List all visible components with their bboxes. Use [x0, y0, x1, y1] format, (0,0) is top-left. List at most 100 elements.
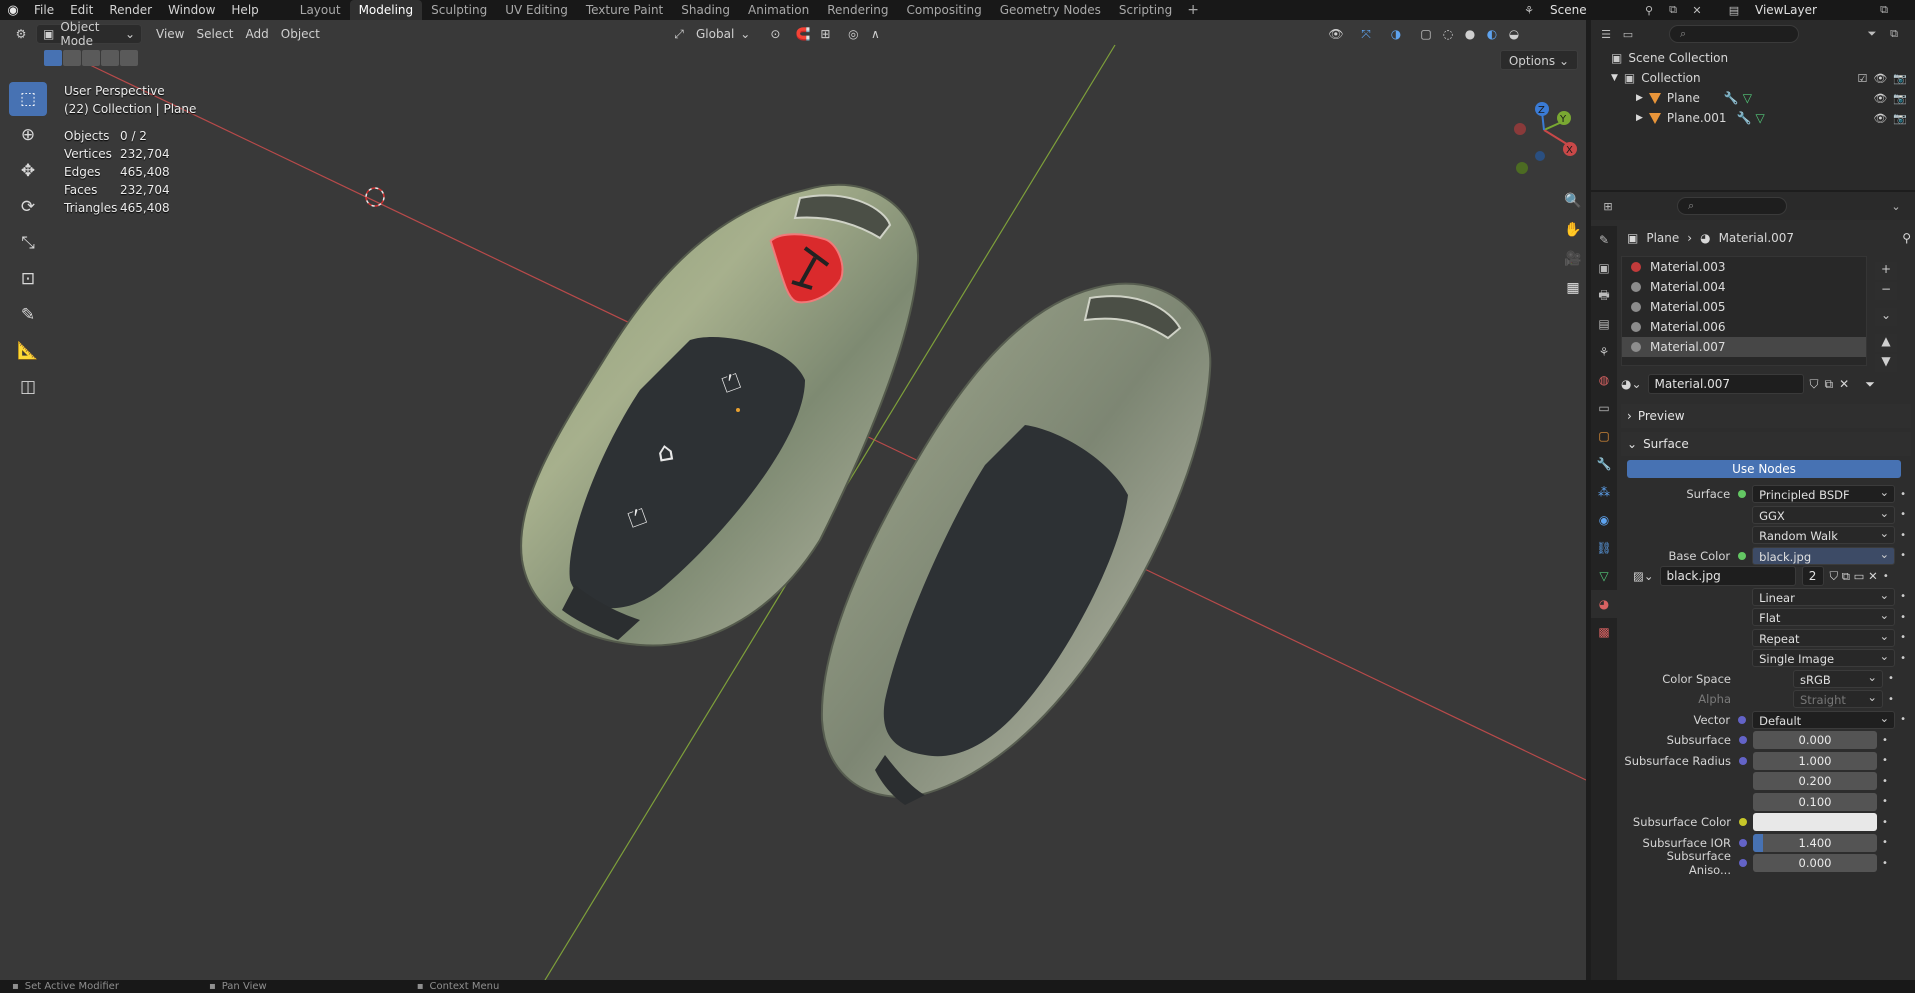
- filter-icon[interactable]: ⏷: [1863, 25, 1881, 43]
- ortho-toggle-icon[interactable]: ▦: [1560, 275, 1586, 301]
- keyframe-dot-icon[interactable]: •: [1877, 776, 1893, 787]
- scale-tool-icon[interactable]: ⤡: [9, 226, 47, 260]
- tab-shading[interactable]: Shading: [672, 0, 739, 20]
- duplicate-material-icon[interactable]: ⧉: [1825, 377, 1834, 392]
- expand-arrow-icon[interactable]: ▶: [1636, 93, 1643, 103]
- keyframe-dot-icon[interactable]: •: [1895, 489, 1911, 500]
- dropdown-field[interactable]: black.jpg: [1752, 545, 1896, 565]
- camera-view-icon[interactable]: 🎥: [1560, 246, 1586, 272]
- keyframe-dot-icon[interactable]: •: [1895, 530, 1911, 541]
- axis-gizmo[interactable]: Y X Z: [1506, 90, 1586, 180]
- outliner-editor-icon[interactable]: ☰: [1597, 25, 1615, 43]
- add-cube-tool-icon[interactable]: ◫: [9, 370, 47, 404]
- socket-icon[interactable]: [1738, 490, 1747, 499]
- tab-animation[interactable]: Animation: [739, 0, 818, 20]
- new-collection-icon[interactable]: ⧉: [1885, 25, 1903, 43]
- pin-icon[interactable]: ⚲: [1640, 1, 1658, 19]
- color-swatch-field[interactable]: [1753, 813, 1877, 832]
- keyframe-dot-icon[interactable]: •: [1877, 755, 1893, 766]
- eye-icon[interactable]: 👁: [1873, 92, 1887, 105]
- keyframe-dot-icon[interactable]: •: [1895, 632, 1911, 643]
- tab-compositing[interactable]: Compositing: [897, 0, 990, 20]
- tab-texture-paint[interactable]: Texture Paint: [577, 0, 672, 20]
- outliner-row-collection[interactable]: ▼ ▣ Collection ☑ 👁 📷: [1591, 68, 1915, 88]
- delete-scene-icon[interactable]: ✕: [1688, 1, 1706, 19]
- select-new-button[interactable]: [44, 50, 62, 66]
- view-layer-tab-icon[interactable]: ▤: [1591, 310, 1617, 338]
- camera-icon[interactable]: 📷: [1893, 112, 1907, 125]
- dropdown-field[interactable]: Single Image: [1752, 647, 1896, 668]
- world-tab-icon[interactable]: ◍: [1591, 366, 1617, 394]
- material-browse-icon[interactable]: ◕⌄: [1621, 377, 1642, 391]
- scene-name-field[interactable]: Scene: [1544, 1, 1634, 19]
- visibility-icon[interactable]: 👁: [1325, 24, 1347, 44]
- menu-add[interactable]: Add: [240, 24, 275, 44]
- modifier-wrench-icon[interactable]: 🔧: [1724, 91, 1739, 105]
- collapse-arrow-icon[interactable]: ▼: [1611, 73, 1618, 83]
- rotate-tool-icon[interactable]: ⟳: [9, 190, 47, 224]
- material-slot[interactable]: Material.006: [1622, 317, 1866, 337]
- keyframe-dot-icon[interactable]: •: [1895, 653, 1911, 664]
- navigation-gizmo[interactable]: Y X Z 🔍 ✋ 🎥 ▦: [1506, 90, 1586, 310]
- zoom-icon[interactable]: 🔍: [1560, 188, 1586, 214]
- cursor-tool-icon[interactable]: ⊕: [9, 118, 47, 152]
- outliner-search-input[interactable]: ⌕: [1669, 25, 1799, 43]
- keyframe-dot-icon[interactable]: •: [1877, 817, 1893, 828]
- keyframe-dot-icon[interactable]: •: [1895, 591, 1911, 602]
- proportional-edit-icon[interactable]: ◎: [842, 24, 864, 44]
- dropdown-field[interactable]: GGX: [1752, 504, 1896, 524]
- transform-tool-icon[interactable]: ⊡: [9, 262, 47, 296]
- outliner-row-scene-collection[interactable]: ▣ Scene Collection: [1591, 48, 1915, 68]
- number-field[interactable]: 0.000: [1753, 854, 1877, 873]
- image-selector[interactable]: ▨⌄ black.jpg 2 ⛉ ⧉ ▭ ✕: [1633, 566, 1878, 587]
- image-browse-icon[interactable]: ▨⌄: [1633, 569, 1654, 583]
- number-field[interactable]: 0.000: [1753, 731, 1877, 750]
- socket-icon[interactable]: [1739, 838, 1747, 847]
- modifier-wrench-icon[interactable]: 🔧: [1737, 111, 1752, 125]
- socket-icon[interactable]: [1739, 818, 1747, 827]
- number-field[interactable]: 1.000: [1753, 751, 1877, 770]
- move-tool-icon[interactable]: ✥: [9, 154, 47, 188]
- display-mode-icon[interactable]: ▭: [1619, 25, 1637, 43]
- options-dropdown[interactable]: Options ⌄: [1499, 50, 1578, 70]
- keyframe-dot-icon[interactable]: •: [1877, 796, 1893, 807]
- overlay-toggle-icon[interactable]: ◑: [1385, 24, 1407, 44]
- outliner-row-plane[interactable]: ▶ Plane 🔧 ▽ 👁 📷: [1591, 88, 1915, 108]
- add-workspace-button[interactable]: +: [1181, 0, 1205, 20]
- checkbox-icon[interactable]: ☑: [1857, 72, 1867, 85]
- wireframe-shading-icon[interactable]: ◌: [1437, 24, 1459, 44]
- pan-hand-icon[interactable]: ✋: [1560, 217, 1586, 243]
- expand-arrow-icon[interactable]: ▶: [1636, 113, 1643, 123]
- transform-orientation-icon[interactable]: ⤢: [668, 24, 690, 44]
- menu-select[interactable]: Select: [190, 24, 239, 44]
- menu-render[interactable]: Render: [101, 0, 160, 20]
- scene-tab-icon[interactable]: ⚘: [1591, 338, 1617, 366]
- move-slot-up-button[interactable]: ▲: [1875, 334, 1897, 352]
- snap-target-icon[interactable]: ⊞: [814, 24, 836, 44]
- pivot-point-icon[interactable]: ⊙: [764, 24, 786, 44]
- snap-icon[interactable]: 🧲: [792, 24, 814, 44]
- blender-logo-icon[interactable]: ◉: [0, 0, 26, 20]
- keyframe-dot-icon[interactable]: •: [1895, 509, 1911, 520]
- view-layer-field[interactable]: ViewLayer: [1749, 1, 1869, 19]
- number-field[interactable]: 0.100: [1753, 792, 1877, 811]
- view-layer-icon[interactable]: ▤: [1725, 1, 1743, 19]
- data-tab-icon[interactable]: ▽: [1591, 562, 1617, 590]
- socket-icon[interactable]: [1738, 551, 1747, 560]
- dropdown-field[interactable]: Default: [1752, 709, 1896, 729]
- dropdown-field[interactable]: Principled BSDF: [1752, 483, 1896, 504]
- image-actions-icon[interactable]: ⛉ ⧉ ▭ ✕: [1830, 569, 1878, 584]
- dropdown-field[interactable]: Flat: [1752, 606, 1896, 627]
- keyframe-dot-icon[interactable]: •: [1878, 571, 1894, 582]
- surface-panel-header[interactable]: ⌄ Surface: [1621, 432, 1911, 456]
- tab-sculpting[interactable]: Sculpting: [422, 0, 496, 20]
- annotate-tool-icon[interactable]: ✎: [9, 298, 47, 332]
- socket-icon[interactable]: [1738, 715, 1747, 724]
- render-tab-icon[interactable]: ▣: [1591, 254, 1617, 282]
- rendered-shading-icon[interactable]: ◒: [1503, 24, 1525, 44]
- mode-dropdown[interactable]: ▣ Object Mode ⌄: [36, 20, 142, 48]
- physics-tab-icon[interactable]: ◉: [1591, 506, 1617, 534]
- eye-icon[interactable]: 👁: [1873, 112, 1887, 125]
- object-tab-icon[interactable]: ▢: [1591, 422, 1617, 450]
- editor-type-icon[interactable]: ⚙: [10, 24, 32, 44]
